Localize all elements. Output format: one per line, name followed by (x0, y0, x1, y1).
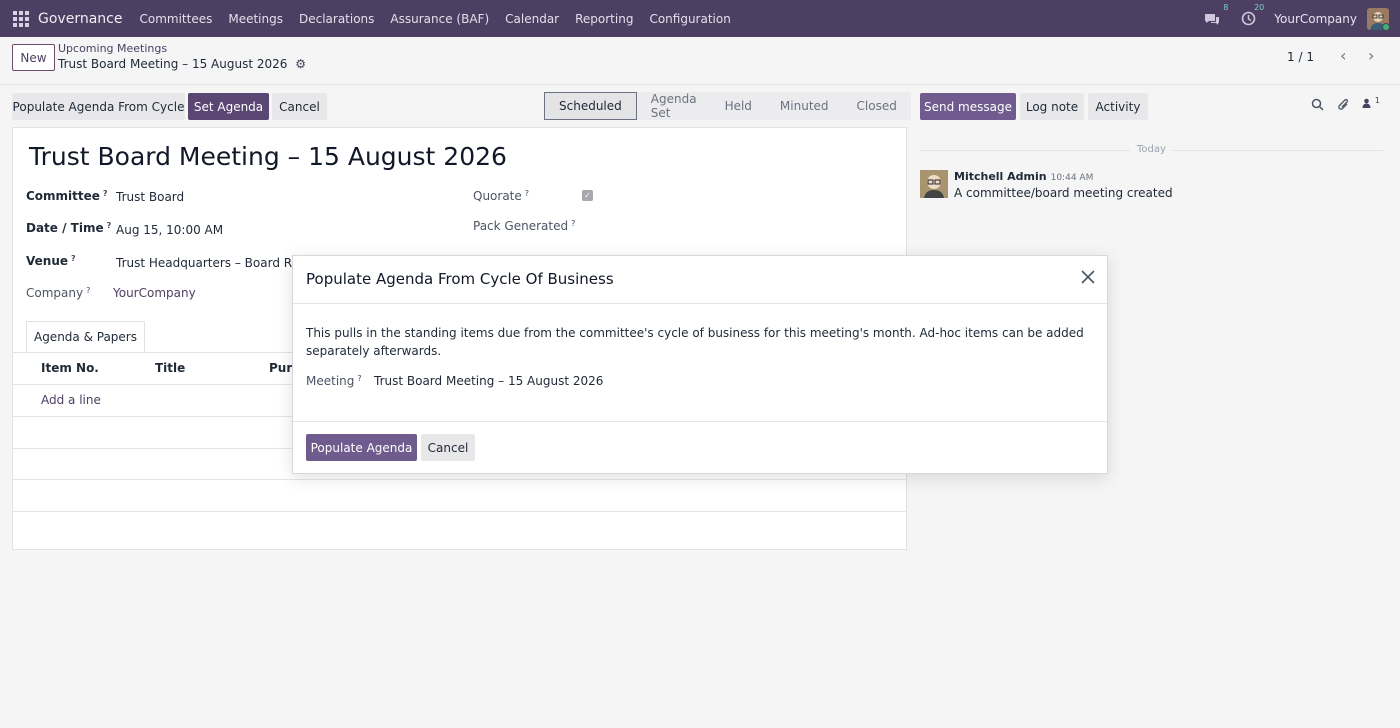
dialog-title: Populate Agenda From Cycle Of Business (306, 270, 614, 288)
meeting-field-label-text: Meeting (306, 374, 355, 388)
dialog-footer-divider (293, 421, 1107, 422)
populate-agenda-button[interactable]: Populate Agenda (306, 434, 417, 461)
dialog-description: This pulls in the standing items due fro… (306, 326, 1084, 358)
help-icon[interactable]: ? (357, 374, 361, 383)
close-icon[interactable] (1081, 268, 1095, 289)
meeting-field[interactable]: Trust Board Meeting – 15 August 2026 (374, 374, 603, 388)
populate-agenda-dialog: Populate Agenda From Cycle Of Business T… (292, 255, 1108, 474)
dialog-cancel-button[interactable]: Cancel (421, 434, 475, 461)
meeting-field-label: Meeting? (306, 374, 362, 388)
dialog-header: Populate Agenda From Cycle Of Business (293, 256, 1107, 304)
